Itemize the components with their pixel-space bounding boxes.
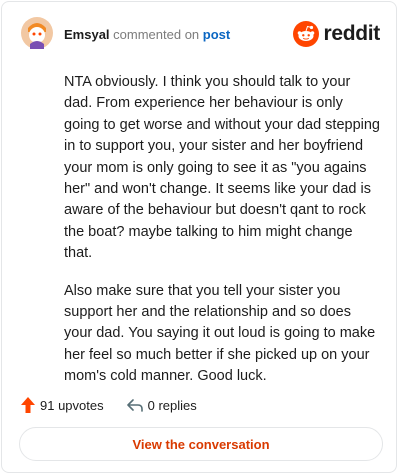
author-name[interactable]: Emsyal bbox=[64, 27, 110, 42]
reddit-wordmark: reddit bbox=[323, 22, 380, 45]
avatar[interactable] bbox=[20, 16, 54, 50]
comment-card: Emsyal commented on post reddit NTA obvi… bbox=[1, 1, 397, 473]
reply-button[interactable]: 0 replies bbox=[126, 397, 197, 413]
reply-arrow-icon bbox=[126, 399, 143, 412]
commented-on-text: commented on bbox=[113, 27, 200, 42]
comment-actions: 91 upvotes 0 replies bbox=[20, 394, 219, 416]
reddit-logo[interactable]: reddit bbox=[293, 20, 380, 48]
comment-paragraph: NTA obviously. I think you should talk t… bbox=[64, 74, 380, 262]
upvote-button[interactable]: 91 upvotes bbox=[20, 396, 104, 414]
comment-body: NTA obviously. I think you should talk t… bbox=[64, 72, 382, 404]
reddit-snoo-icon bbox=[293, 21, 320, 47]
upvote-arrow-icon bbox=[21, 397, 35, 413]
reply-count: 0 replies bbox=[147, 397, 197, 413]
comment-meta: Emsyal commented on post bbox=[64, 27, 230, 43]
comment-header: Emsyal commented on post reddit bbox=[20, 16, 380, 52]
view-conversation-button[interactable]: View the conversation bbox=[19, 427, 383, 461]
comment-paragraph: Also make sure that you tell your sister… bbox=[64, 282, 376, 385]
post-link[interactable]: post bbox=[203, 27, 230, 42]
upvote-count: 91 upvotes bbox=[40, 397, 104, 413]
